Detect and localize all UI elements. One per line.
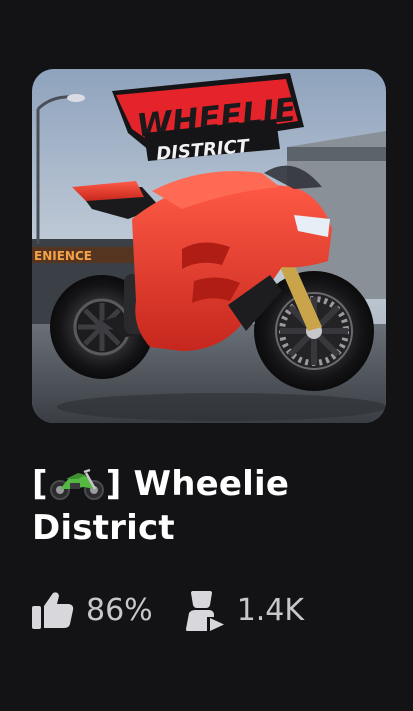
- game-stats: 86% 1.4K: [32, 586, 304, 634]
- game-card[interactable]: ENIENCE WHEELIE DISTRICT [] Wheelie Dis…: [0, 0, 413, 711]
- motorcycle-emoji-icon: [49, 468, 104, 500]
- game-thumbnail[interactable]: ENIENCE WHEELIE DISTRICT: [32, 69, 386, 423]
- players-icon: [185, 591, 224, 631]
- game-title[interactable]: [ ] Wheelie District: [32, 462, 382, 550]
- thumbs-up-icon: [32, 592, 74, 629]
- rating-stat: 86%: [32, 591, 153, 629]
- game-thumbnail-image: ENIENCE WHEELIE DISTRICT: [32, 69, 386, 423]
- players-stat: 1.4K: [185, 589, 304, 631]
- title-bracket-close: ]: [105, 464, 122, 504]
- title-bracket-open: [: [32, 464, 48, 504]
- players-value: 1.4K: [236, 592, 305, 628]
- rating-value: 86%: [86, 592, 153, 628]
- store-sign-text: ENIENCE: [34, 249, 92, 263]
